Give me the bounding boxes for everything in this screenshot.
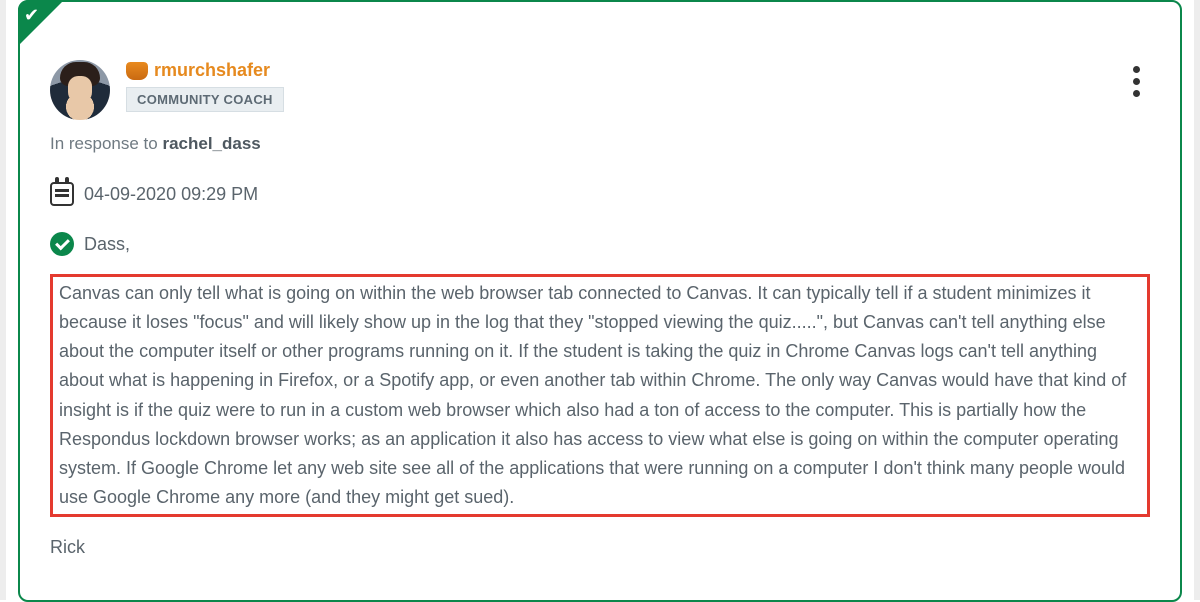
page-rail-left [0, 0, 6, 600]
post-body-highlighted: Canvas can only tell what is going on wi… [50, 274, 1150, 517]
post-options-button[interactable] [1122, 60, 1150, 97]
accepted-answer-corner: ✔ [18, 0, 64, 46]
greeting-text: Dass, [84, 234, 130, 255]
calendar-icon [50, 182, 74, 206]
post-timestamp: 04-09-2020 09:29 PM [84, 184, 258, 205]
rank-icon [126, 62, 148, 80]
in-response-to-user[interactable]: rachel_dass [162, 134, 260, 153]
reply-card: ✔ rmurchshafer COMMUNITY COACH In respon… [18, 0, 1182, 602]
author-name-link[interactable]: rmurchshafer [154, 60, 270, 81]
in-response-to: In response to rachel_dass [50, 134, 1150, 154]
role-badge: COMMUNITY COACH [126, 87, 284, 112]
check-icon: ✔ [24, 6, 39, 24]
in-response-to-prefix: In response to [50, 134, 162, 153]
solved-check-icon [50, 232, 74, 256]
author-block: rmurchshafer COMMUNITY COACH [50, 60, 284, 120]
avatar[interactable] [50, 60, 110, 120]
post-signoff: Rick [50, 537, 1150, 558]
page-rail-right [1194, 0, 1200, 600]
